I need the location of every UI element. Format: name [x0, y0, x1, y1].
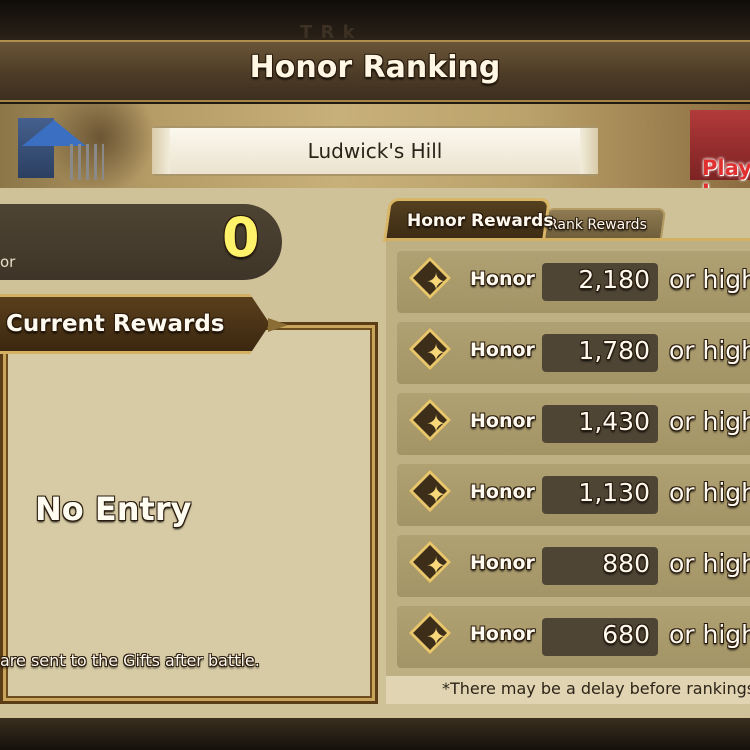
tower-roof: [22, 120, 86, 146]
star-icon: ✦: [425, 552, 447, 580]
bottom-strip: [0, 718, 750, 750]
current-rewards-title: Current Rewards: [6, 311, 225, 337]
no-entry-text: No Entry: [35, 490, 192, 528]
top-strip: T R k: [0, 0, 750, 43]
score-label: or: [0, 253, 16, 271]
star-icon: ✦: [425, 481, 447, 509]
reward-value: 1,430: [578, 407, 650, 436]
reward-suffix: or high: [669, 549, 750, 578]
reward-suffix: or high: [669, 265, 750, 294]
reward-suffix: or high: [669, 336, 750, 365]
delay-note: *There may be a delay before rankings: [386, 676, 750, 704]
honor-rewards-list[interactable]: ✦ Honor 2,180 or high ✦ Honor 1,780 or h…: [386, 238, 750, 704]
reward-label: Honor: [470, 552, 535, 574]
tower-icon: [18, 118, 86, 178]
star-icon: ✦: [425, 268, 447, 296]
fence-icon: [70, 144, 104, 180]
reward-suffix: or high: [669, 478, 750, 507]
stage-name: Ludwick's Hill: [307, 139, 443, 163]
score-value: 0: [222, 206, 260, 269]
star-icon: ✦: [425, 623, 447, 651]
reward-value: 880: [602, 549, 650, 578]
reward-row[interactable]: ✦ Honor 1,430 or high: [397, 393, 750, 455]
star-icon: ✦: [425, 339, 447, 367]
reward-row[interactable]: ✦ Honor 1,130 or high: [397, 464, 750, 526]
reward-label: Honor: [470, 481, 535, 503]
reward-value: 1,780: [578, 336, 650, 365]
reward-row[interactable]: ✦ Honor 880 or high: [397, 535, 750, 597]
reward-row[interactable]: ✦ Honor 1,780 or high: [397, 322, 750, 384]
title-bar: Honor Ranking: [0, 40, 750, 102]
reward-value: 680: [602, 620, 650, 649]
reward-value: 1,130: [578, 478, 650, 507]
tab-honor-rewards-label[interactable]: Honor Rewards: [407, 211, 553, 231]
reward-label: Honor: [470, 268, 535, 290]
reward-value: 2,180: [578, 265, 650, 294]
reward-label: Honor: [470, 623, 535, 645]
tab-rank-rewards-label[interactable]: Rank Rewards: [548, 217, 647, 233]
rewards-note: are sent to the Gifts after battle.: [0, 651, 260, 670]
reward-suffix: or high: [669, 620, 750, 649]
reward-row[interactable]: ✦ Honor 2,180 or high: [397, 251, 750, 313]
stage-scroll: Ludwick's Hill: [152, 126, 598, 176]
reward-label: Honor: [470, 339, 535, 361]
delay-note-text: *There may be a delay before rankings: [442, 679, 750, 698]
star-icon: ✦: [425, 410, 447, 438]
page-title: Honor Ranking: [249, 50, 501, 85]
reward-suffix: or high: [669, 407, 750, 436]
reward-label: Honor: [470, 410, 535, 432]
reward-row[interactable]: ✦ Honor 680 or high: [397, 606, 750, 668]
